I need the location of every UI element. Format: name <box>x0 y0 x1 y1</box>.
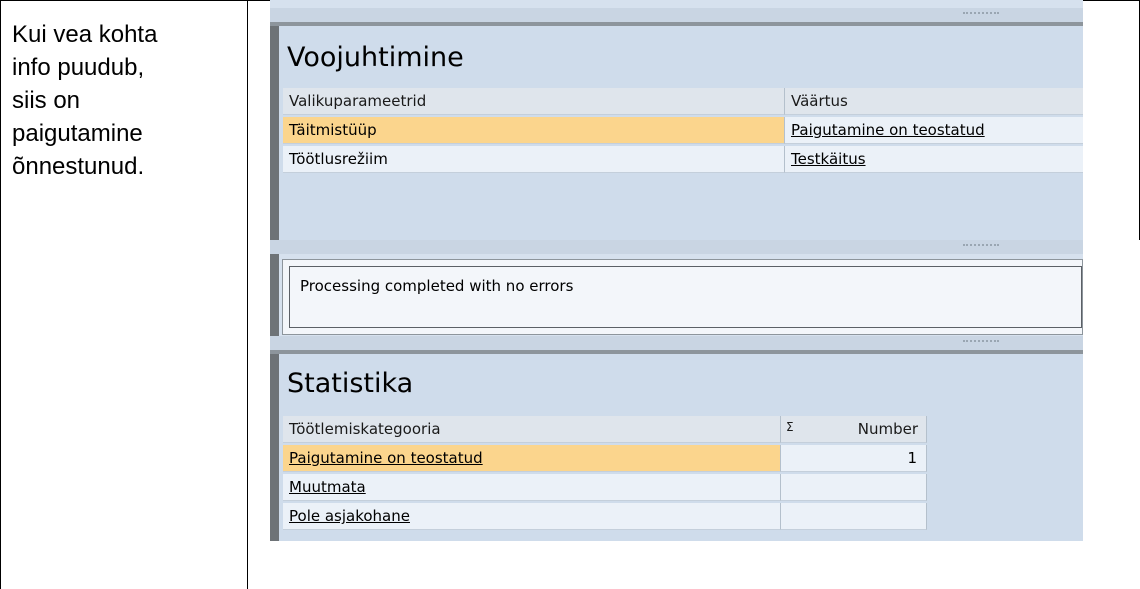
value-link[interactable]: Paigutamine on teostatud <box>791 121 985 139</box>
splitter-top[interactable] <box>270 8 1083 22</box>
splitter-grip-icon <box>963 244 999 246</box>
status-message: Processing completed with no errors <box>300 277 574 295</box>
flow-control-panel: Voojuhtimine Valikuparameetrid Väärtus T… <box>270 22 1083 240</box>
number-value: 1 <box>907 449 917 467</box>
row-parameter-cell[interactable]: Täitmistüüp <box>283 117 785 144</box>
number-cell[interactable] <box>781 503 927 530</box>
value-link[interactable]: Testkäitus <box>791 150 866 168</box>
row-value-cell[interactable]: Testkäitus <box>785 146 1083 173</box>
column-header-value[interactable]: Väärtus <box>785 88 1083 115</box>
note-line: paigutamine <box>12 120 143 147</box>
category-cell[interactable]: Paigutamine on teostatud <box>283 445 781 472</box>
splitter-bottom[interactable] <box>270 336 1083 350</box>
panel-frame-top <box>270 350 1083 354</box>
message-box: Processing completed with no errors <box>282 259 1083 335</box>
sum-icon: Σ <box>786 420 794 434</box>
message-box-inner: Processing completed with no errors <box>289 266 1082 328</box>
category-link[interactable]: Paigutamine on teostatud <box>289 449 483 467</box>
note-line: info puudub, <box>12 54 145 81</box>
category-cell[interactable]: Muutmata <box>283 474 781 501</box>
note-line: Kui vea kohta <box>12 21 158 48</box>
category-link[interactable]: Pole asjakohane <box>289 507 410 525</box>
column-header-number[interactable]: Σ Number <box>781 416 927 443</box>
note-text: Kui vea kohta info puudub, siis on paigu… <box>12 18 237 183</box>
splitter-grip-icon <box>963 12 999 14</box>
statistics-panel: Statistika Töötlemiskategooria Σ Number … <box>270 350 1083 541</box>
column-header-category[interactable]: Töötlemiskategooria <box>283 416 781 443</box>
column-header-parameter[interactable]: Valikuparameetrid <box>283 88 785 115</box>
statistics-title: Statistika <box>287 368 414 399</box>
note-line: õnnestunud. <box>12 153 145 180</box>
row-parameter-cell[interactable]: Töötlusrežiim <box>283 146 785 173</box>
row-value-cell[interactable]: Paigutamine on teostatud <box>785 117 1083 144</box>
category-link[interactable]: Muutmata <box>289 478 366 496</box>
splitter-middle[interactable] <box>270 240 1083 254</box>
number-cell[interactable] <box>781 474 927 501</box>
sap-screenshot: Voojuhtimine Valikuparameetrid Väärtus T… <box>270 0 1083 541</box>
number-cell[interactable]: 1 <box>781 445 927 472</box>
panel-frame <box>270 350 279 541</box>
panel-frame <box>270 22 279 240</box>
splitter-grip-icon <box>963 340 999 342</box>
number-header-label: Number <box>857 420 918 438</box>
category-cell[interactable]: Pole asjakohane <box>283 503 781 530</box>
panel-frame-top <box>270 22 1083 26</box>
table-divider <box>247 0 248 589</box>
panel-frame <box>270 254 279 340</box>
flow-control-title: Voojuhtimine <box>287 42 464 73</box>
table-border-left <box>0 0 1 589</box>
note-line: siis on <box>12 87 81 114</box>
